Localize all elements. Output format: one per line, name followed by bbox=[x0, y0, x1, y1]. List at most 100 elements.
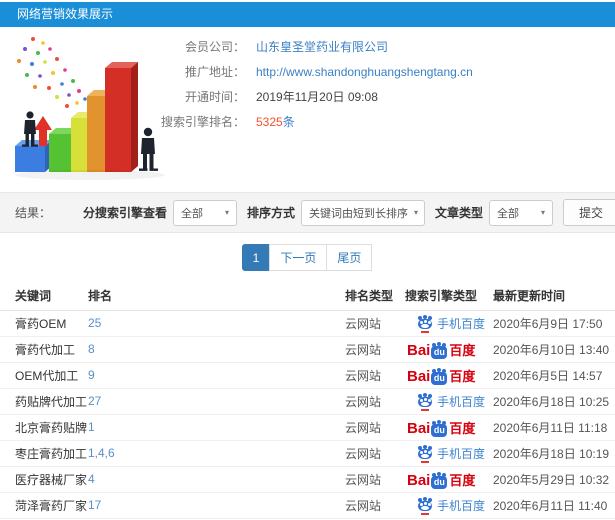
rank-type-cell: 云网站 bbox=[345, 414, 405, 441]
baidu-logo-du: du bbox=[431, 371, 448, 385]
table-row: 菏泽膏药厂家 17 云网站 手机百度 2020年6月11日 11:40 bbox=[0, 492, 615, 519]
table-body: 膏药OEM 25 云网站 手机百度 2020年6月9日 17:50 膏药代加工 8 云网站 Ba… bbox=[0, 310, 615, 519]
promo-url-link[interactable]: http://www.shandonghuangshengtang.cn bbox=[256, 65, 473, 79]
rank-link[interactable]: 9 bbox=[88, 368, 95, 382]
article-type-select-value: 全部 bbox=[497, 207, 519, 220]
article-type-select[interactable]: 全部 ▾ bbox=[489, 199, 553, 226]
baidu-logo-bai: Bai bbox=[407, 419, 431, 437]
baidu-logo-du: du bbox=[431, 475, 448, 489]
rank-type-cell: 云网站 bbox=[345, 336, 405, 363]
article-type-label: 文章类型 bbox=[434, 206, 483, 220]
promo-url-label: 推广地址： bbox=[184, 65, 245, 79]
baidu-paw-icon: du bbox=[431, 367, 448, 385]
baidu-logo-cn: 百度 bbox=[449, 342, 476, 358]
rank-cell: 25 bbox=[88, 310, 345, 337]
engine-select-value: 全部 bbox=[180, 207, 203, 220]
rank-cell: 17 bbox=[88, 492, 345, 519]
mobile-baidu-logo: 手机百度 bbox=[418, 445, 485, 463]
sort-select[interactable]: 关键词由短到长排序 ▾ bbox=[300, 199, 425, 226]
mobile-baidu-logo: 手机百度 bbox=[418, 393, 486, 411]
rank-cell: 4 bbox=[88, 466, 345, 493]
update-time-cell: 2020年6月11日 11:18 bbox=[493, 414, 615, 441]
next-page-button[interactable]: 下一页 bbox=[269, 244, 328, 271]
rank-cell: 8 bbox=[88, 336, 345, 363]
mobile-baidu-label: 手机百度 bbox=[437, 498, 486, 513]
chevron-down-icon: ▾ bbox=[224, 208, 229, 217]
update-time-cell: 2020年6月18日 10:25 bbox=[493, 388, 615, 415]
info-list: 会员公司： 山东皇圣堂药业有限公司 推广地址： http://www.shand… bbox=[120, 37, 600, 137]
baidu-logo: Bai du 百度 bbox=[407, 470, 475, 489]
rank-count-number: 5325 bbox=[256, 115, 283, 129]
table-row: OEM代加工 9 云网站 Bai du 百度 2020年6月5日 14:57 bbox=[0, 362, 615, 389]
rank-link[interactable]: 8 bbox=[88, 342, 95, 356]
rank-type-cell: 云网站 bbox=[345, 310, 405, 337]
baidu-logo: Bai du 百度 bbox=[407, 366, 475, 385]
rank-link[interactable]: 17 bbox=[88, 498, 101, 512]
rank-link[interactable]: 1 bbox=[88, 420, 95, 434]
sort-select-value: 关键词由短到长排序 bbox=[308, 207, 408, 220]
page: 网络营销效果展示 会员公司： 山东皇圣堂药业有限公司 推广地址： http://… bbox=[0, 0, 615, 520]
engine-type-cell: Bai du 百度 bbox=[405, 414, 493, 441]
rank-link[interactable]: 27 bbox=[88, 394, 101, 408]
table-row: 北京膏药贴牌 1 云网站 Bai du 百度 2020年6月11日 11:18 bbox=[0, 414, 615, 441]
info-row-open-time: 开通时间： 2019年11月20日 09:08 bbox=[120, 87, 600, 106]
rank-cell: 1,4,6 bbox=[88, 440, 345, 467]
keyword-cell: 膏药代加工 bbox=[0, 336, 88, 363]
rank-link[interactable]: 1,4,6 bbox=[88, 446, 115, 460]
rank-link[interactable]: 25 bbox=[88, 316, 101, 330]
baidu-logo-cn: 百度 bbox=[449, 420, 476, 436]
mobile-baidu-logo: 手机百度 bbox=[418, 315, 485, 333]
keyword-cell: 医疗器械厂家 bbox=[0, 466, 88, 493]
submit-button[interactable]: 提交 bbox=[563, 199, 615, 226]
rank-cell: 9 bbox=[88, 362, 345, 389]
header-update-time: 最新更新时间 bbox=[493, 281, 615, 311]
chevron-down-icon: ▾ bbox=[540, 208, 545, 217]
rank-link[interactable]: 4 bbox=[88, 472, 95, 486]
keyword-cell: 药贴牌代加工 bbox=[0, 388, 88, 415]
title-bar: 网络营销效果展示 bbox=[0, 2, 615, 27]
info-section: 会员公司： 山东皇圣堂药业有限公司 推广地址： http://www.shand… bbox=[0, 27, 615, 190]
header-engine-type: 搜索引擎类型 bbox=[405, 281, 493, 311]
filter-bar: 结果： 分搜索引擎查看 全部 ▾ 排序方式 关键词由短到长排序 ▾ 文章类型 全… bbox=[0, 192, 615, 233]
baidu-paw-icon: du bbox=[431, 341, 448, 359]
engine-type-cell: 手机百度 bbox=[405, 310, 493, 337]
table-header-row: 关键词 排名 排名类型 搜索引擎类型 最新更新时间 bbox=[0, 281, 615, 311]
update-time-cell: 2020年6月18日 10:19 bbox=[493, 440, 615, 467]
engine-type-cell: Bai du 百度 bbox=[405, 362, 493, 389]
header-rank-type: 排名类型 bbox=[345, 281, 405, 311]
page-1-button[interactable]: 1 bbox=[241, 244, 271, 271]
baidu-logo-du: du bbox=[431, 423, 448, 437]
engine-filter-label: 分搜索引擎查看 bbox=[82, 206, 167, 220]
baidu-paw-icon: du bbox=[431, 419, 448, 437]
chevron-down-icon: ▾ bbox=[413, 208, 418, 217]
info-row-company: 会员公司： 山东皇圣堂药业有限公司 bbox=[120, 37, 600, 56]
rank-type-cell: 云网站 bbox=[345, 440, 405, 467]
keyword-cell: 膏药OEM bbox=[0, 310, 88, 337]
table-row: 膏药OEM 25 云网站 手机百度 2020年6月9日 17:50 bbox=[0, 310, 615, 337]
engine-type-cell: Bai du 百度 bbox=[405, 336, 493, 363]
engine-select[interactable]: 全部 ▾ bbox=[172, 199, 237, 226]
baidu-logo: Bai du 百度 bbox=[407, 418, 475, 437]
baidu-paw-icon bbox=[418, 315, 432, 333]
table-row: 膏药代加工 8 云网站 Bai du 百度 2020年6月10日 13:40 bbox=[0, 336, 615, 363]
company-link[interactable]: 山东皇圣堂药业有限公司 bbox=[256, 38, 388, 55]
rank-type-cell: 云网站 bbox=[345, 362, 405, 389]
results-table: 关键词 排名 排名类型 搜索引擎类型 最新更新时间 膏药OEM 25 云网站 手机百度… bbox=[0, 281, 615, 519]
info-row-url: 推广地址： http://www.shandonghuangshengtang.… bbox=[120, 62, 600, 81]
baidu-logo-du: du bbox=[431, 345, 448, 359]
engine-rank-count: 5325条 bbox=[256, 113, 295, 130]
baidu-paw-icon bbox=[418, 393, 432, 411]
last-page-button[interactable]: 尾页 bbox=[326, 244, 373, 271]
table-row: 枣庄膏药加工 1,4,6 云网站 手机百度 2020年6月18日 10:19 bbox=[0, 440, 615, 467]
baidu-paw-icon bbox=[418, 445, 432, 463]
baidu-logo-bai: Bai bbox=[407, 341, 431, 359]
open-time-label: 开通时间： bbox=[184, 90, 245, 104]
mobile-baidu-label: 手机百度 bbox=[437, 394, 486, 409]
open-time-value: 2019年11月20日 09:08 bbox=[256, 90, 378, 104]
result-label: 结果： bbox=[15, 206, 52, 220]
sort-filter-label: 排序方式 bbox=[246, 206, 295, 220]
table-row: 药贴牌代加工 27 云网站 手机百度 2020年6月18日 10:25 bbox=[0, 388, 615, 415]
company-label: 会员公司： bbox=[184, 40, 245, 54]
update-time-cell: 2020年6月9日 17:50 bbox=[493, 310, 615, 337]
rank-type-cell: 云网站 bbox=[345, 388, 405, 415]
